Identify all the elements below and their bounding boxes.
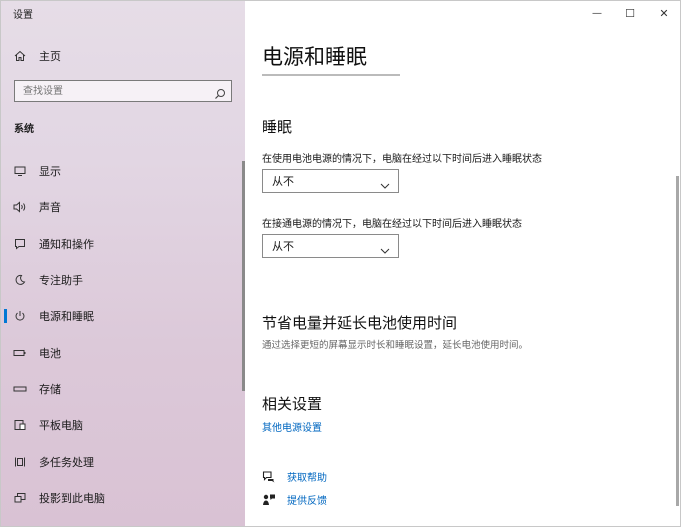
sidebar-item-label: 主页	[39, 50, 61, 63]
sidebar-item-label: 电池	[39, 347, 61, 360]
sidebar: 设置 主页 系统 显示 声音	[1, 1, 245, 526]
maximize-button[interactable]: ☐	[612, 1, 648, 25]
title-underline	[262, 74, 400, 76]
home-icon	[13, 49, 27, 63]
settings-window: 设置 主页 系统 显示 声音	[0, 0, 681, 527]
search-icon[interactable]	[214, 85, 226, 99]
sidebar-item-label: 投影到此电脑	[39, 492, 105, 505]
sidebar-item-label: 通知和操作	[39, 238, 94, 251]
speaker-icon	[13, 200, 27, 214]
sidebar-item-label: 平板电脑	[39, 419, 83, 432]
related-settings-heading: 相关设置	[262, 395, 323, 413]
save-power-description: 通过选择更短的屏幕显示时长和睡眠设置，延长电池使用时间。	[262, 340, 529, 351]
multitask-icon	[13, 455, 27, 469]
search-box[interactable]	[14, 80, 232, 102]
tablet-icon	[13, 418, 27, 432]
sleep-heading: 睡眠	[262, 118, 293, 136]
plugged-sleep-select[interactable]: 从不	[262, 234, 399, 258]
main-content: — ☐ ✕ 电源和睡眠 睡眠 在使用电池电源的情况下，电脑在经过以下时间后进入睡…	[245, 1, 680, 526]
sidebar-item-sound[interactable]: 声音	[1, 192, 245, 222]
sidebar-item-battery[interactable]: 电池	[1, 338, 245, 368]
sidebar-item-display[interactable]: 显示	[1, 156, 245, 186]
sidebar-item-label: 声音	[39, 201, 61, 214]
battery-sleep-value: 从不	[272, 175, 294, 188]
app-title: 设置	[13, 10, 33, 21]
sidebar-item-home[interactable]: 主页	[1, 41, 245, 71]
power-icon	[13, 309, 27, 323]
feedback-link[interactable]: 提供反馈	[287, 492, 327, 507]
chevron-down-icon	[380, 241, 390, 254]
sidebar-item-focus-assist[interactable]: 专注助手	[1, 265, 245, 295]
sidebar-item-project[interactable]: 投影到此电脑	[1, 483, 245, 513]
search-input[interactable]	[15, 81, 211, 101]
maximize-icon: ☐	[625, 6, 635, 20]
chevron-down-icon	[380, 176, 390, 189]
plugged-sleep-label: 在接通电源的情况下，电脑在经过以下时间后进入睡眠状态	[262, 219, 522, 230]
sidebar-item-storage[interactable]: 存储	[1, 374, 245, 404]
get-help-link[interactable]: 获取帮助	[287, 469, 327, 484]
sidebar-item-label: 专注助手	[39, 274, 83, 287]
close-icon: ✕	[659, 6, 669, 20]
project-icon	[13, 491, 27, 505]
close-button[interactable]: ✕	[646, 1, 680, 25]
sidebar-item-notifications[interactable]: 通知和操作	[1, 229, 245, 259]
other-power-settings-link[interactable]: 其他电源设置	[262, 419, 322, 434]
battery-sleep-label: 在使用电池电源的情况下，电脑在经过以下时间后进入睡眠状态	[262, 154, 542, 165]
main-scrollbar[interactable]	[676, 176, 679, 506]
sidebar-item-label: 存储	[39, 383, 61, 396]
minimize-button[interactable]: —	[579, 1, 615, 25]
save-power-heading: 节省电量并延长电池使用时间	[262, 314, 458, 332]
notification-icon	[13, 237, 27, 251]
sidebar-item-power-sleep[interactable]: 电源和睡眠	[1, 301, 245, 331]
section-label: 系统	[14, 124, 34, 135]
help-icon	[262, 469, 276, 483]
plugged-sleep-value: 从不	[272, 240, 294, 253]
sidebar-item-multitasking[interactable]: 多任务处理	[1, 447, 245, 477]
sidebar-item-label: 电源和睡眠	[39, 310, 94, 323]
sidebar-item-tablet[interactable]: 平板电脑	[1, 410, 245, 440]
storage-icon	[13, 382, 27, 396]
battery-icon	[13, 346, 27, 360]
page-title: 电源和睡眠	[262, 45, 367, 69]
minimize-icon: —	[592, 7, 602, 19]
battery-sleep-select[interactable]: 从不	[262, 169, 399, 193]
moon-icon	[13, 273, 27, 287]
feedback-icon	[262, 492, 276, 506]
sidebar-item-label: 多任务处理	[39, 456, 94, 469]
monitor-icon	[13, 164, 27, 178]
sidebar-item-label: 显示	[39, 165, 61, 178]
